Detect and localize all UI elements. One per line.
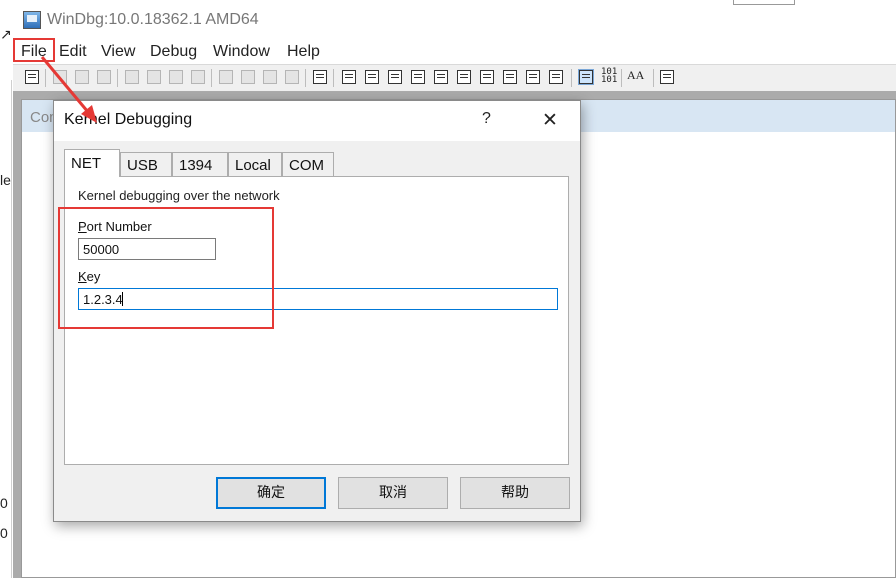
annotation-arrow — [40, 56, 97, 123]
tab-net[interactable]: NET — [64, 149, 120, 177]
tab-label: NET — [71, 155, 101, 172]
arrow-shaft — [40, 56, 90, 113]
